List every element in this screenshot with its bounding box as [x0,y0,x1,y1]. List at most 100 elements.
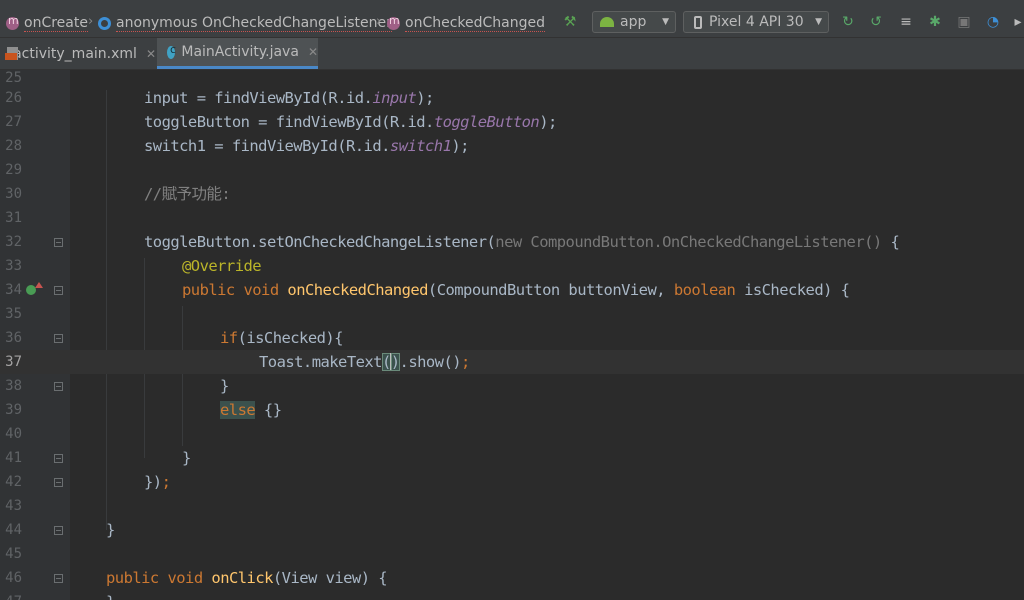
close-icon[interactable]: ✕ [308,45,318,59]
run-config-select[interactable]: app ▼ [592,11,676,33]
line-number: 47 [0,590,22,600]
tab-label: MainActivity.java [181,44,299,60]
fold-toggle-icon[interactable] [54,478,63,487]
line-number: 39 [5,402,22,418]
code-text: switch1 = findViewById(R.id.switch1); [144,137,469,155]
code-line: 30 //賦予功能: [0,182,1024,206]
chevron-right-icon: › [376,14,382,29]
device-icon [694,15,702,29]
java-class-icon [167,43,176,59]
breadcrumb-anonymous-listener[interactable]: anonymous OnCheckedChangeListener [98,13,392,33]
breadcrumb-label: onCreate [24,14,88,32]
run-icon[interactable]: ↻ [840,14,856,30]
breadcrumb-oncreate[interactable]: onCreate [6,13,88,33]
close-icon[interactable]: ✕ [146,47,156,61]
code-line: 29 [0,158,1024,182]
line-number: 46 [5,570,22,586]
code-text: if(isChecked){ [220,329,344,347]
chevron-down-icon: ▼ [662,17,669,27]
tab-activity-main-xml[interactable]: activity_main.xml ✕ [0,38,156,69]
code-line: 33 @Override [0,254,1024,278]
code-text: } [106,590,115,600]
breadcrumb-label: onCheckedChanged [405,14,545,32]
code-line: 27 toggleButton = findViewById(R.id.togg… [0,110,1024,134]
line-number: 45 [5,546,22,562]
code-line: 44 } [0,518,1024,542]
anonymous-class-icon [98,16,111,30]
code-line: 45 [0,542,1024,566]
run-config-label: app [620,14,647,30]
code-line: 31 [0,206,1024,230]
attach-debugger-icon[interactable]: ▣ [956,14,972,30]
code-line: 26 input = findViewById(R.id.input); [0,86,1024,110]
line-number: 42 [5,474,22,490]
line-number: 37 [5,354,22,370]
code-comment: //賦予功能: [144,185,231,203]
tab-mainactivity-java[interactable]: MainActivity.java ✕ [157,38,318,69]
line-number: 34 [5,282,22,298]
fold-toggle-icon[interactable] [54,238,63,247]
fold-toggle-icon[interactable] [54,574,63,583]
code-line: 42 }); [0,470,1024,494]
fold-toggle-icon[interactable] [54,454,63,463]
profiler-icon[interactable]: ◔ [985,14,1001,30]
fold-toggle-icon[interactable] [54,382,63,391]
override-marker-icon[interactable] [26,282,43,295]
code-line: 47 } [0,590,1024,600]
device-select[interactable]: Pixel 4 API 30 ▼ [683,11,829,33]
code-line: 28 switch1 = findViewById(R.id.switch1); [0,134,1024,158]
breadcrumb-oncheckedchanged[interactable]: onCheckedChanged [387,13,545,33]
fold-toggle-icon[interactable] [54,334,63,343]
code-text: public void onClick(View view) { [106,569,388,587]
line-number: 43 [5,498,22,514]
code-text: input = findViewById(R.id.input); [144,89,434,107]
debug-bug-icon[interactable]: ✱ [927,14,943,30]
line-number: 28 [5,138,22,154]
code-line: 46 public void onClick(View view) { [0,566,1024,590]
device-label: Pixel 4 API 30 [709,14,804,30]
fold-toggle-icon[interactable] [54,286,63,295]
line-number: 40 [5,426,22,442]
code-text: Toast.makeText().show(); [259,353,470,371]
apply-changes-icon[interactable]: ↺ [868,14,884,30]
code-line: 39 else {} [0,398,1024,422]
code-text: } [106,521,115,539]
code-text: public void onCheckedChanged(CompoundBut… [182,281,850,299]
line-number: 32 [5,234,22,250]
code-text: toggleButton.setOnCheckedChangeListener(… [144,233,900,251]
more-icon[interactable]: ▸ [1010,14,1024,30]
code-text: else {} [220,401,282,419]
line-number: 29 [5,162,22,178]
line-number: 30 [5,186,22,202]
navigation-toolbar: onCreate › anonymous OnCheckedChangeList… [0,0,1024,38]
method-icon [6,14,19,30]
line-number: 35 [5,306,22,322]
code-annotation: @Override [182,257,262,275]
code-line-current: 37 Toast.makeText().show(); [0,350,1024,374]
code-text: }); [144,473,171,491]
code-text: } [182,449,191,467]
code-line: 34 public void onCheckedChanged(Compound… [0,278,1024,302]
breadcrumb-label: anonymous OnCheckedChangeListener [116,14,392,32]
fold-toggle-icon[interactable] [54,526,63,535]
chevron-down-icon: ▼ [815,17,822,27]
logcat-icon[interactable]: ≡ [898,14,914,30]
line-number: 33 [5,258,22,274]
line-number: 38 [5,378,22,394]
build-hammer-icon[interactable]: ⚒ [562,14,578,30]
xml-file-icon [5,46,19,61]
code-line: 36 if(isChecked){ [0,326,1024,350]
line-number: 26 [5,90,22,106]
code-text: } [220,377,229,395]
line-number: 41 [5,450,22,466]
code-line: 35 [0,302,1024,326]
line-number: 44 [5,522,22,538]
code-line: 43 [0,494,1024,518]
code-line: 38 } [0,374,1024,398]
code-text: toggleButton = findViewById(R.id.toggleB… [144,113,557,131]
tab-label: activity_main.xml [13,45,137,62]
method-icon [387,14,400,30]
android-icon [600,17,614,27]
line-number: 31 [5,210,22,226]
code-line: 32 toggleButton.setOnCheckedChangeListen… [0,230,1024,254]
